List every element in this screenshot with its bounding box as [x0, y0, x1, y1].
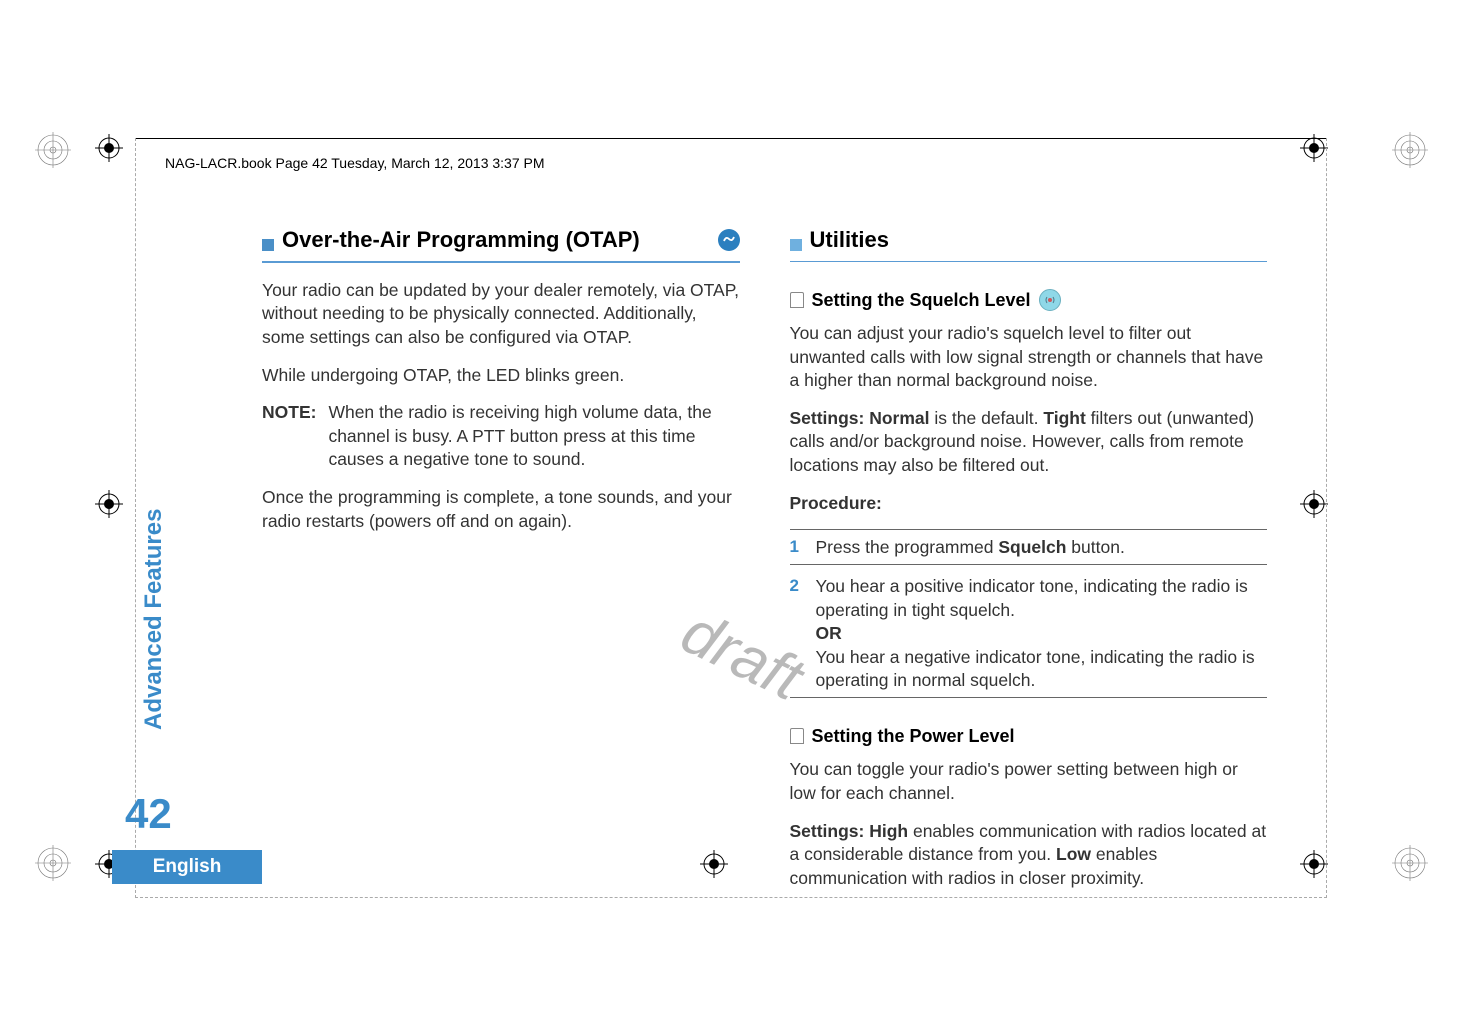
- note-label: NOTE:: [262, 401, 316, 472]
- registration-mark-icon: [35, 845, 71, 881]
- otap-heading: Over-the-Air Programming (OTAP): [282, 225, 710, 255]
- step-number: 1: [790, 536, 802, 560]
- section-bullet-icon: [262, 234, 274, 246]
- crosshair-mark-icon: [95, 134, 123, 162]
- note-block: NOTE: When the radio is receiving high v…: [262, 401, 740, 472]
- utilities-heading: Utilities: [810, 225, 889, 255]
- language-badge: English: [112, 850, 262, 884]
- step-number: 2: [790, 575, 802, 693]
- doc-page-icon: [790, 728, 804, 744]
- body-text: You can adjust your radio's squelch leve…: [790, 322, 1268, 393]
- step-body: Press the programmed Squelch button.: [816, 536, 1268, 560]
- heading-underline: [790, 261, 1268, 262]
- body-text: Settings: Normal is the default. Tight f…: [790, 407, 1268, 478]
- procedure-label: Procedure:: [790, 492, 1268, 516]
- page-number: 42: [125, 790, 172, 838]
- registration-mark-icon: [1392, 132, 1428, 168]
- section-label-vertical: Advanced Features: [140, 509, 168, 730]
- right-column: Utilities Setting the Squelch Level You …: [790, 225, 1268, 905]
- procedure-step: 2 You hear a positive indicator tone, in…: [790, 575, 1268, 698]
- step-body: You hear a positive indicator tone, indi…: [816, 575, 1268, 693]
- body-text: While undergoing OTAP, the LED blinks gr…: [262, 364, 740, 388]
- power-heading: Setting the Power Level: [812, 724, 1015, 748]
- antenna-icon: [1039, 289, 1061, 311]
- otap-icon: [718, 229, 740, 251]
- registration-mark-icon: [1392, 845, 1428, 881]
- body-text: You can toggle your radio's power settin…: [790, 758, 1268, 805]
- body-text: Your radio can be updated by your dealer…: [262, 279, 740, 350]
- heading-underline: [262, 261, 740, 263]
- section-bullet-icon: [790, 234, 802, 246]
- body-text: Once the programming is complete, a tone…: [262, 486, 740, 533]
- procedure-step: 1 Press the programmed Squelch button.: [790, 529, 1268, 565]
- note-body: When the radio is receiving high volume …: [328, 401, 739, 472]
- squelch-heading: Setting the Squelch Level: [812, 288, 1031, 312]
- registration-mark-icon: [35, 132, 71, 168]
- left-column: Over-the-Air Programming (OTAP) Your rad…: [262, 225, 740, 905]
- body-text: Settings: High enables communication wit…: [790, 820, 1268, 891]
- doc-page-icon: [790, 292, 804, 308]
- crosshair-mark-icon: [95, 490, 123, 518]
